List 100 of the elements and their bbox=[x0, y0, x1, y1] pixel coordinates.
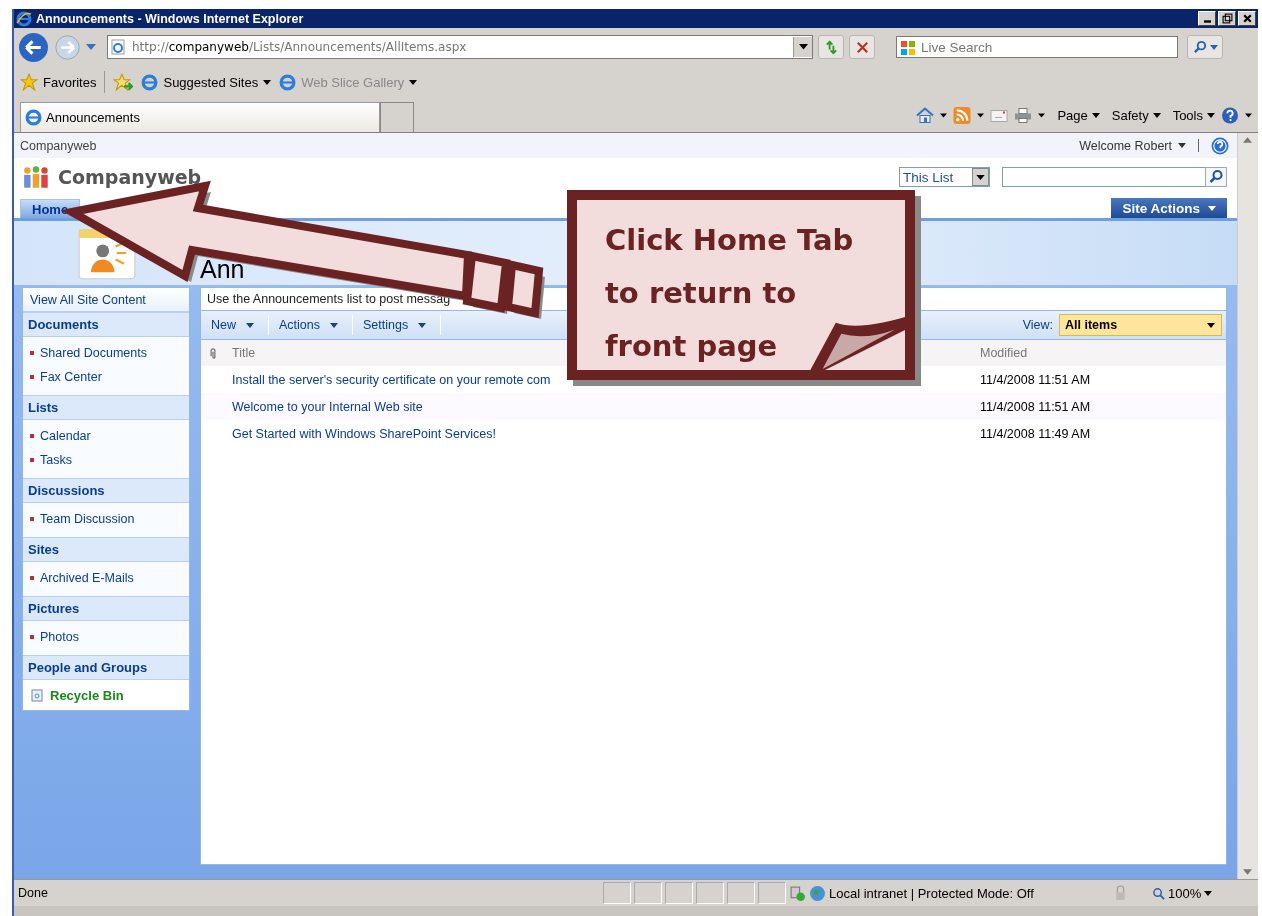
address-field[interactable]: http://companyweb/Lists/Announcements/AllItems.aspx bbox=[107, 35, 813, 59]
nav-heading[interactable]: Discussions bbox=[23, 478, 189, 503]
search-field[interactable]: Live Search bbox=[896, 36, 1178, 58]
nav-heading[interactable]: Lists bbox=[23, 395, 189, 420]
close-button[interactable] bbox=[1238, 11, 1256, 26]
table-cell-text: 11/4/2008 11:49 AM bbox=[980, 426, 1092, 441]
caret-icon bbox=[1207, 112, 1215, 118]
security-zone: Local intranet | Protected Mode: Off bbox=[829, 885, 1035, 901]
search-button[interactable] bbox=[1205, 167, 1227, 187]
page-icon bbox=[110, 39, 126, 55]
globe-e-icon bbox=[25, 109, 42, 126]
caret-icon[interactable] bbox=[977, 112, 985, 118]
scrollbar[interactable] bbox=[1237, 133, 1258, 879]
view-dropdown[interactable]: All items bbox=[1059, 314, 1222, 336]
nav-link[interactable]: Shared Documents bbox=[23, 341, 189, 365]
list-description: Use the Announcements list to post messag bbox=[207, 292, 451, 306]
site-actions-menu[interactable]: Site Actions bbox=[1111, 198, 1227, 218]
caret-icon bbox=[1152, 112, 1161, 118]
forward-button[interactable] bbox=[54, 33, 81, 61]
globe-e-icon bbox=[279, 73, 297, 91]
printer-icon[interactable] bbox=[1014, 106, 1033, 124]
zoom-menu[interactable]: 100% bbox=[1152, 885, 1252, 901]
restore-button[interactable] bbox=[1218, 11, 1236, 26]
view-label: View: bbox=[1022, 318, 1053, 332]
nav-link[interactable]: Calendar bbox=[23, 424, 189, 448]
command-menu[interactable]: Tools bbox=[1172, 107, 1215, 123]
back-button[interactable] bbox=[18, 31, 49, 63]
caret-icon bbox=[330, 322, 338, 328]
item-link[interactable]: Welcome to your Internal Web site bbox=[232, 399, 423, 414]
page-title: Ann bbox=[200, 255, 245, 284]
toolbar-menu[interactable]: Settings bbox=[353, 315, 442, 335]
close-icon bbox=[1241, 13, 1253, 24]
site-link[interactable]: Companyweb bbox=[20, 138, 97, 153]
restore-icon bbox=[1221, 13, 1233, 24]
nav-heading[interactable]: People and Groups bbox=[23, 655, 189, 680]
nav-link[interactable]: Fax Center bbox=[23, 365, 189, 389]
caret-icon[interactable] bbox=[1245, 112, 1252, 118]
item-link[interactable]: Get Started with Windows SharePoint Services! bbox=[232, 426, 496, 441]
status-pane bbox=[665, 882, 693, 904]
globe-e-icon bbox=[141, 73, 159, 91]
browser-tab[interactable]: Announcements bbox=[20, 102, 380, 132]
minimize-button[interactable] bbox=[1198, 11, 1216, 26]
caret-icon bbox=[409, 79, 418, 85]
toolbar-menu[interactable]: Actions bbox=[269, 315, 353, 335]
caret-icon bbox=[976, 174, 985, 180]
caret-icon bbox=[1178, 143, 1186, 148]
recycle-bin-link[interactable]: Recycle Bin bbox=[50, 687, 124, 703]
site-search-field[interactable] bbox=[1002, 167, 1206, 187]
minimize-icon bbox=[1203, 20, 1211, 23]
table-cell-text: 11/4/2008 11:51 AM bbox=[980, 372, 1092, 387]
nav-heading[interactable]: Documents bbox=[23, 312, 189, 337]
status-pane bbox=[696, 882, 724, 904]
status-pane bbox=[634, 882, 662, 904]
nav-link[interactable]: Tasks bbox=[23, 448, 189, 472]
help-icon[interactable] bbox=[1211, 136, 1229, 155]
favorites-button[interactable]: Favorites bbox=[20, 73, 97, 91]
star-icon bbox=[20, 73, 38, 91]
scroll-down-icon[interactable] bbox=[1243, 869, 1252, 875]
search-scope-dropdown[interactable]: This List bbox=[899, 167, 990, 187]
rss-feed-icon[interactable] bbox=[953, 106, 972, 124]
caret-icon bbox=[1207, 322, 1215, 328]
caret-icon bbox=[1091, 112, 1100, 118]
favorites-link[interactable]: Suggested Sites bbox=[141, 73, 272, 91]
caret-icon bbox=[1204, 890, 1213, 896]
new-tab-button[interactable] bbox=[380, 102, 414, 132]
site-title: Companyweb bbox=[58, 166, 202, 188]
item-link[interactable]: Install the server's security certificate on your remote com bbox=[232, 372, 551, 387]
column-header[interactable]: Title bbox=[232, 346, 256, 360]
caret-icon bbox=[1209, 44, 1218, 50]
search-icon bbox=[1192, 39, 1208, 55]
table-cell-text: 11/4/2008 11:51 AM bbox=[980, 399, 1092, 414]
help-icon[interactable] bbox=[1221, 106, 1239, 124]
status-text: Done bbox=[18, 886, 48, 900]
caret-icon bbox=[798, 44, 808, 50]
add-on-icon[interactable] bbox=[789, 884, 806, 902]
toolbar-menu[interactable]: New bbox=[201, 315, 269, 335]
nav-link[interactable]: View All Site Content bbox=[23, 288, 189, 312]
user-menu[interactable]: Welcome Robert bbox=[1079, 138, 1186, 153]
caret-icon bbox=[418, 322, 427, 328]
caret-icon[interactable] bbox=[1038, 112, 1046, 118]
recycle-bin-icon[interactable] bbox=[30, 688, 44, 702]
command-menu[interactable]: Safety bbox=[1111, 107, 1161, 123]
scroll-up-icon[interactable] bbox=[1243, 137, 1252, 143]
caret-icon bbox=[246, 322, 254, 328]
column-header[interactable]: Modified bbox=[980, 346, 1226, 360]
nav-heading[interactable]: Pictures bbox=[23, 596, 189, 621]
caret-icon[interactable] bbox=[940, 112, 948, 118]
refresh-button[interactable] bbox=[818, 35, 844, 59]
nav-heading[interactable]: Sites bbox=[23, 537, 189, 562]
search-button[interactable] bbox=[1187, 35, 1223, 59]
command-menu[interactable]: Page bbox=[1057, 107, 1100, 123]
add-favorite-icon[interactable] bbox=[113, 73, 134, 91]
status-pane bbox=[727, 882, 755, 904]
home-icon[interactable] bbox=[916, 106, 935, 124]
window-title: Announcements - Windows Internet Explorer bbox=[36, 11, 304, 26]
caret-icon bbox=[263, 79, 272, 85]
caret-icon bbox=[1208, 205, 1216, 211]
search-icon bbox=[1208, 169, 1224, 185]
status-pane bbox=[603, 882, 631, 904]
stop-button[interactable] bbox=[849, 35, 875, 59]
